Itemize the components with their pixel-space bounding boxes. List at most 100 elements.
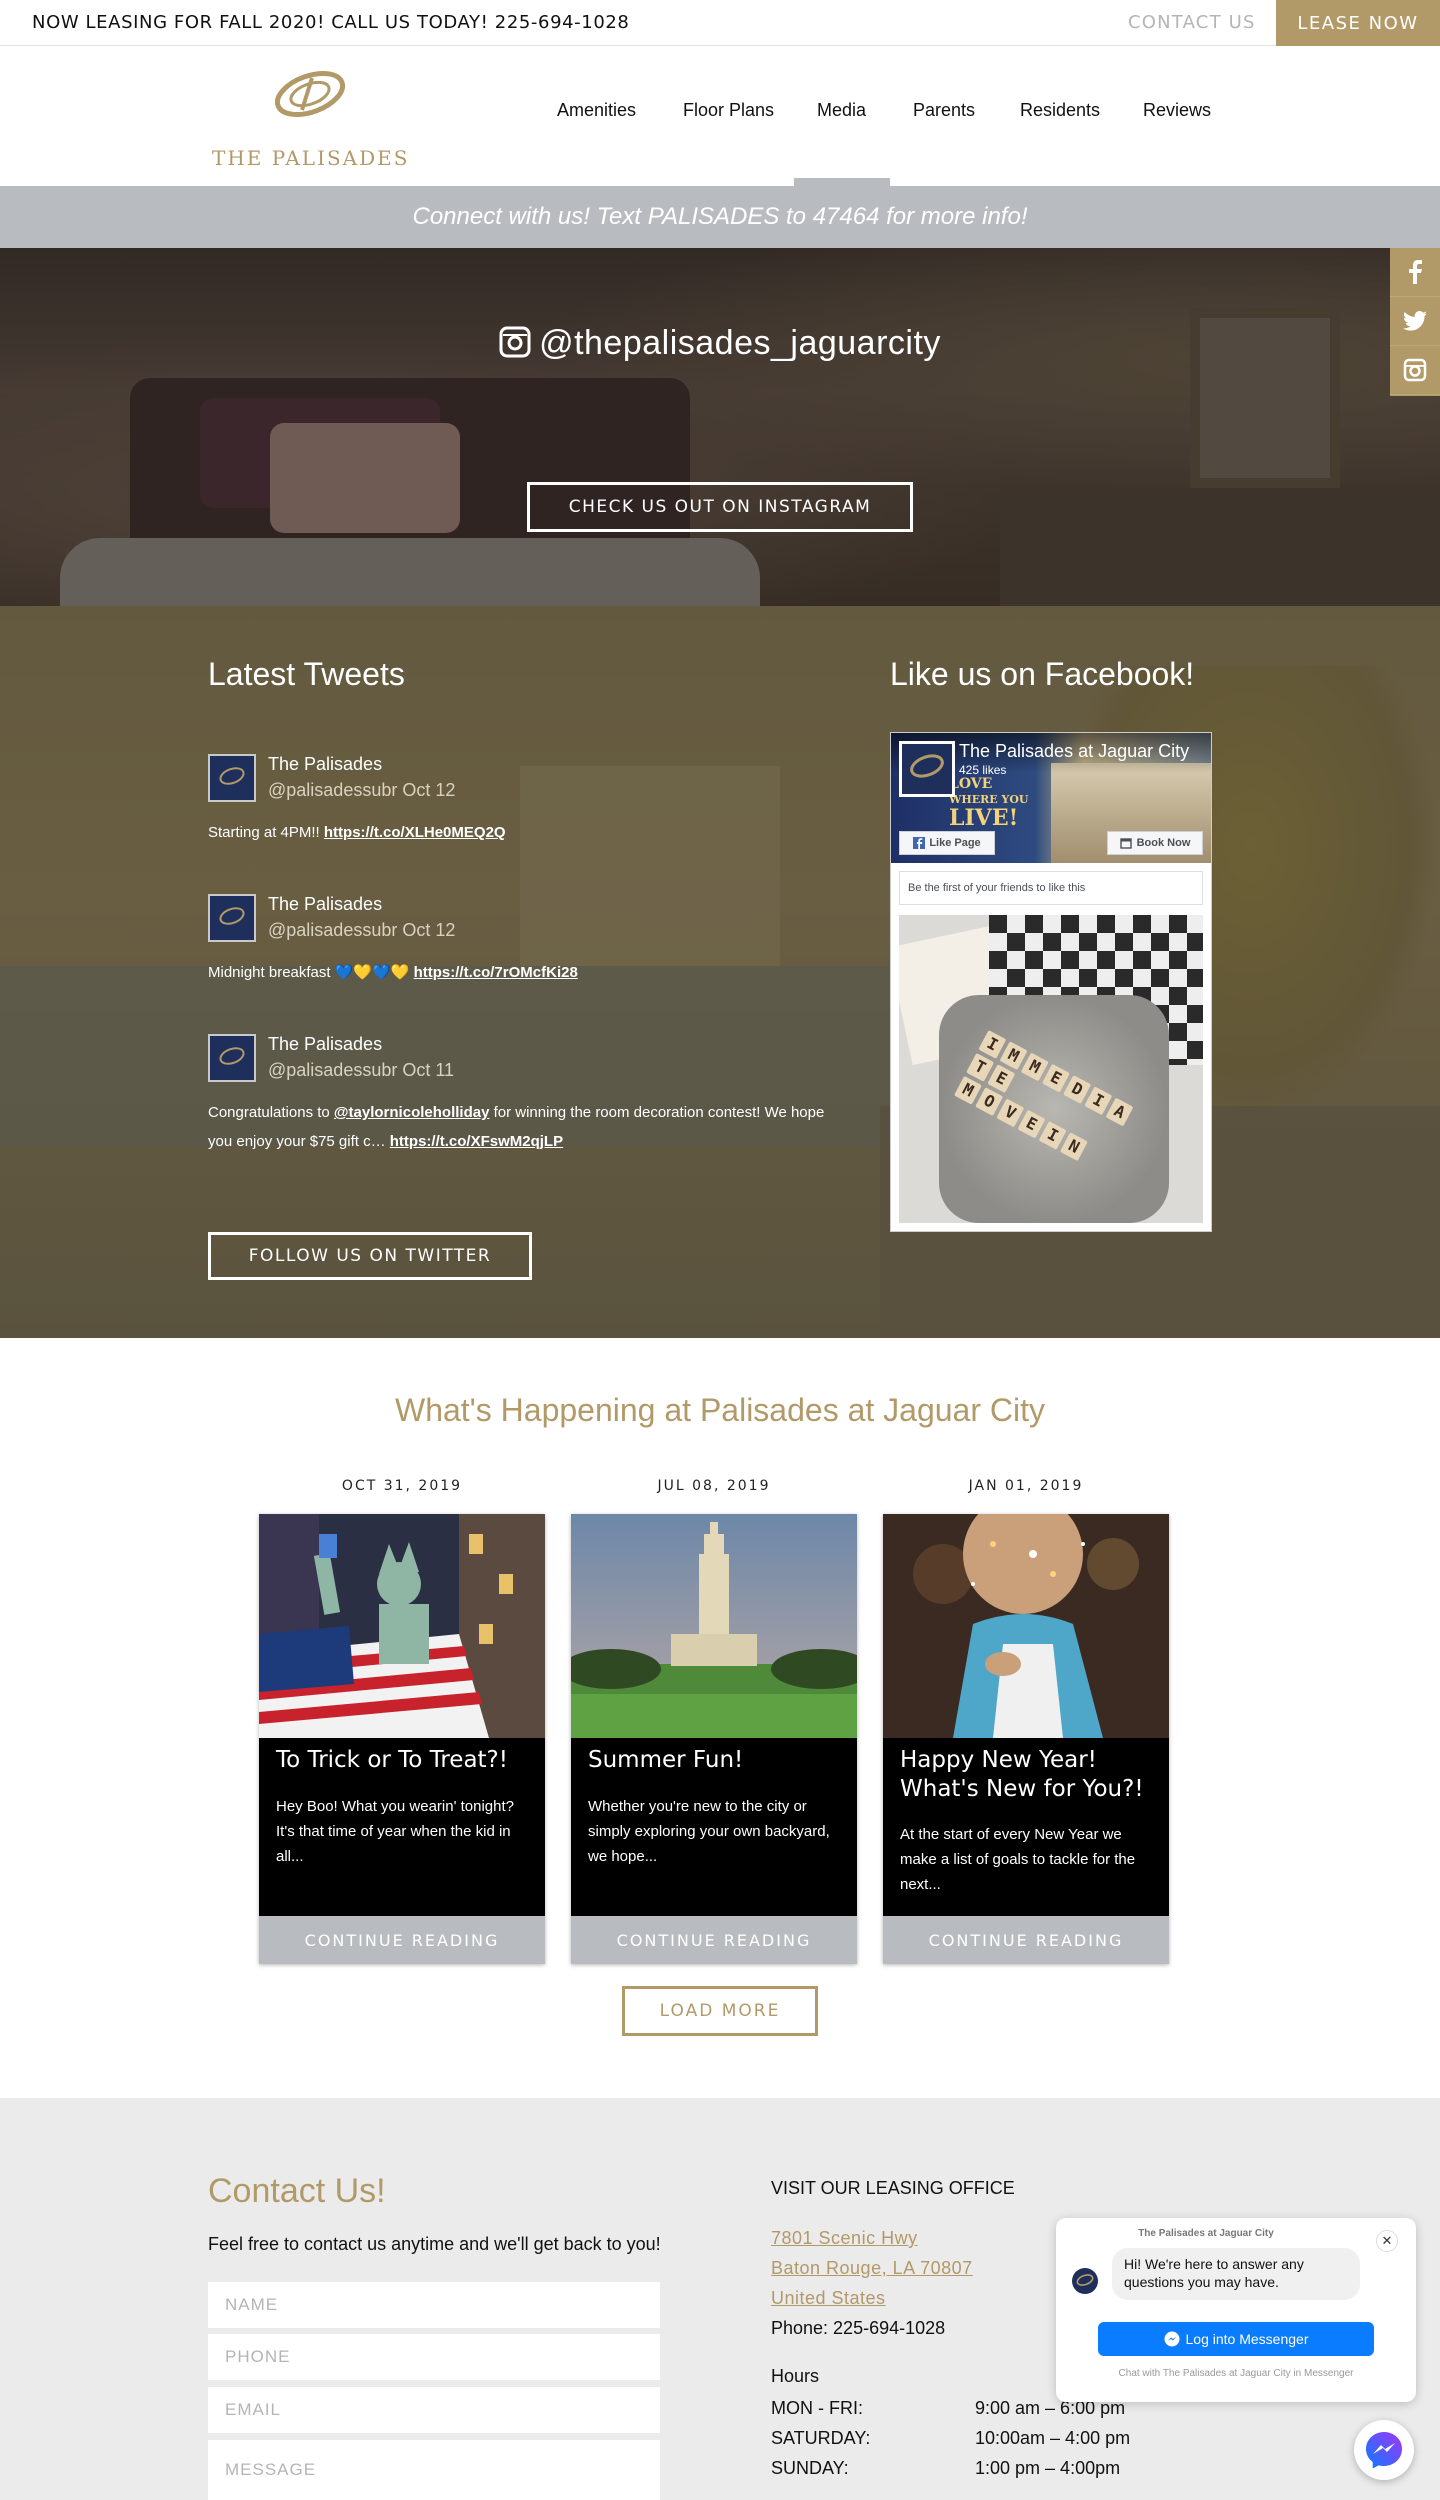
continue-reading-button[interactable]: CONTINUE READING [571,1916,857,1964]
nav-amenities[interactable]: Amenities [557,100,636,121]
text-us-banner: Connect with us! Text PALISADES to 47464… [0,186,1440,248]
event-image-capitol[interactable] [571,1514,857,1738]
address-link[interactable]: Baton Rouge, LA 70807 [771,2258,973,2279]
event-image-statue-of-liberty[interactable] [259,1514,545,1738]
messenger-page-name: The Palisades at Jaguar City [1138,2228,1274,2239]
log-into-messenger-button[interactable]: Log into Messenger [1098,2322,1374,2356]
event-title[interactable]: Happy New Year! What's New for You?! [900,1746,1156,1804]
tweet-link[interactable]: https://t.co/XLHe0MEQ2Q [324,824,506,841]
event-title[interactable]: To Trick or To Treat?! [276,1746,532,1775]
instagram-icon[interactable] [1390,346,1440,395]
facebook-widget: LOVE WHERE YOU LIVE! The Palisades at Ja… [890,732,1212,1232]
site-logo[interactable]: THE PALISADES [212,66,407,170]
facebook-like-page-button[interactable]: Like Page [899,831,995,855]
continue-reading-button[interactable]: CONTINUE READING [883,1916,1169,1964]
facebook-icon [913,837,926,849]
messenger-popup: The Palisades at Jaguar City ✕ Hi! We're… [1056,2218,1416,2402]
close-icon[interactable]: ✕ [1376,2230,1398,2252]
tweet-author[interactable]: The Palisades [268,894,382,915]
tweet-body: Midnight breakfast 💙💛💙💛 https://t.co/7rO… [208,958,848,987]
tweet-body: Congratulations to @taylornicoleholliday… [208,1098,848,1156]
follow-twitter-button[interactable]: FOLLOW US ON TWITTER [208,1232,532,1280]
tweet-text: Congratulations to [208,1104,334,1121]
message-field[interactable]: MESSAGE [208,2440,660,2500]
messenger-chat-button[interactable] [1354,2420,1414,2480]
event-image-sparkler[interactable] [883,1514,1169,1738]
messenger-avatar [1072,2268,1098,2294]
event-title[interactable]: Summer Fun! [588,1746,844,1775]
hours-day: MON - FRI: [771,2398,863,2418]
nav-active-indicator [794,178,890,186]
tweet-body: Starting at 4PM!! https://t.co/XLHe0MEQ2… [208,818,848,847]
instagram-icon [499,326,531,358]
nav-parents[interactable]: Parents [913,100,975,121]
tweet-meta: @palisadessubr Oct 12 [268,920,456,940]
facebook-friends-like-text: Be the first of your friends to like thi… [899,871,1203,905]
tweet-text: Starting at 4PM!! [208,824,324,841]
event-excerpt: Whether you're new to the city or simply… [588,1798,830,1865]
instagram-handle: @thepalisades_jaguarcity [0,324,1440,363]
instagram-button[interactable]: CHECK US OUT ON INSTAGRAM [527,482,913,532]
top-bar: NOW LEASING FOR FALL 2020! CALL US TODAY… [0,0,1440,46]
social-sidebar [1390,248,1440,396]
contact-us-link[interactable]: CONTACT US [1128,12,1256,33]
hours-row: SUNDAY: 1:00 pm – 4:00pm [771,2458,1251,2479]
nav-reviews[interactable]: Reviews [1143,100,1211,121]
event-excerpt: At the start of every New Year we make a… [900,1826,1136,1893]
site-header: THE PALISADES Amenities Floor Plans Medi… [0,46,1440,186]
nav-residents[interactable]: Residents [1020,100,1100,121]
letter-tile: A [1105,1097,1134,1127]
address-link[interactable]: United States [771,2288,886,2309]
cover-text: LOVE [949,776,993,792]
facebook-post-image[interactable]: IMMEDIATE MOVEIN [899,915,1203,1223]
continue-reading-button[interactable]: CONTINUE READING [259,1916,545,1964]
facebook-book-now-button[interactable]: Book Now [1107,831,1203,855]
tweet-text: Midnight breakfast 💙💛💙💛 [208,964,414,981]
hours-day: SUNDAY: [771,2458,849,2478]
hours-heading: Hours [771,2366,820,2386]
load-more-button[interactable]: LOAD MORE [622,1986,818,2036]
hours-day: SATURDAY: [771,2428,871,2448]
cover-text: LIVE! [949,805,1019,831]
tweet-link[interactable]: https://t.co/XFswM2qjLP [390,1133,563,1150]
event-card[interactable]: Summer Fun! Whether you're new to the ci… [571,1514,857,1964]
email-field[interactable]: EMAIL [208,2387,660,2433]
hours-time: 10:00am – 4:00 pm [975,2428,1131,2448]
messenger-button-label: Log into Messenger [1185,2331,1309,2347]
tweet-author[interactable]: The Palisades [268,1034,382,1055]
tweet-avatar[interactable] [208,894,256,942]
messenger-icon [1366,2432,1402,2469]
instagram-hero: @thepalisades_jaguarcity CHECK US OUT ON… [0,248,1440,606]
nav-media[interactable]: Media [817,100,866,121]
tweet-avatar[interactable] [208,1034,256,1082]
instagram-handle-text: @thepalisades_jaguarcity [539,324,941,362]
nav-floor-plans[interactable]: Floor Plans [683,100,774,121]
letter-tile: E [987,1064,1016,1094]
tweet-mention-link[interactable]: @taylornicoleholliday [334,1104,490,1121]
tweet-avatar[interactable] [208,754,256,802]
facebook-page-name[interactable]: The Palisades at Jaguar City [959,741,1205,762]
tweet-link[interactable]: https://t.co/7rOMcfKi28 [414,964,578,981]
latest-tweets-title: Latest Tweets [208,656,405,692]
facebook-page-avatar[interactable] [899,741,955,797]
lease-now-button[interactable]: LEASE NOW [1276,0,1440,46]
event-excerpt: Hey Boo! What you wearin' tonight? It's … [276,1798,514,1865]
event-date: JUL 08, 2019 [657,1478,771,1494]
events-section-title: What's Happening at Palisades at Jaguar … [394,1392,1045,1428]
leasing-promo-text: NOW LEASING FOR FALL 2020! CALL US TODAY… [32,12,630,33]
event-card[interactable]: To Trick or To Treat?! Hey Boo! What you… [259,1514,545,1964]
event-card[interactable]: Happy New Year! What's New for You?! At … [883,1514,1169,1964]
calendar-icon [1119,838,1132,849]
contact-subtitle: Feel free to contact us anytime and we'l… [208,2234,661,2254]
name-field[interactable]: NAME [208,2282,660,2328]
phone-field[interactable]: PHONE [208,2334,660,2380]
facebook-icon[interactable] [1390,248,1440,297]
contact-title: Contact Us! [208,2172,386,2210]
tweet-meta: @palisadessubr Oct 12 [268,780,456,800]
office-phone: Phone: 225-694-1028 [771,2318,946,2338]
twitter-icon[interactable] [1390,297,1440,346]
event-date: OCT 31, 2019 [341,1478,463,1494]
tweet-author[interactable]: The Palisades [268,754,382,775]
messenger-greeting: Hi! We're here to answer any questions y… [1112,2248,1360,2300]
address-link[interactable]: 7801 Scenic Hwy [771,2228,918,2249]
